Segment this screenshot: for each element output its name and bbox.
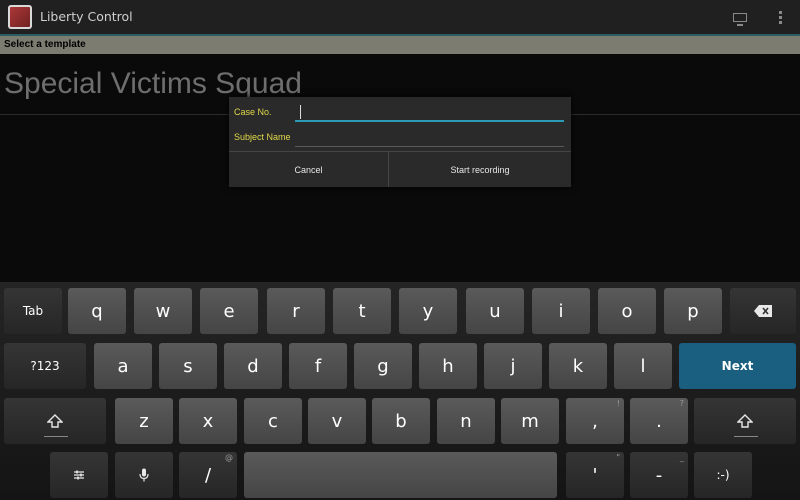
key-u[interactable]: u	[466, 288, 524, 334]
backspace-icon	[754, 305, 772, 317]
settings-icon	[74, 470, 84, 480]
shift-icon	[737, 414, 753, 428]
key-s[interactable]: s	[159, 343, 217, 389]
next-key[interactable]: Next	[679, 343, 796, 389]
apostrophe-alt-label: "	[616, 453, 620, 462]
microphone-icon	[139, 468, 149, 482]
key-t[interactable]: t	[333, 288, 391, 334]
start-recording-button[interactable]: Start recording	[389, 152, 571, 187]
key-z[interactable]: z	[115, 398, 173, 444]
case-number-label: Case No.	[234, 107, 272, 117]
overflow-menu-icon[interactable]	[769, 6, 791, 28]
key-j[interactable]: j	[484, 343, 542, 389]
key-r[interactable]: r	[267, 288, 325, 334]
template-title[interactable]: Special Victims Squad	[4, 67, 302, 101]
key-d[interactable]: d	[224, 343, 282, 389]
right-shift-key[interactable]	[694, 398, 796, 444]
period-label: .	[656, 410, 662, 432]
dash-label: -	[655, 464, 663, 486]
shift-indicator	[44, 436, 68, 437]
space-bar[interactable]	[244, 452, 557, 498]
key-period[interactable]: . ?	[630, 398, 688, 444]
slash-alt-label: @	[225, 453, 233, 462]
comma-alt-label: !	[616, 399, 620, 408]
tab-key[interactable]: Tab	[4, 288, 62, 334]
key-c[interactable]: c	[244, 398, 302, 444]
subject-name-input[interactable]	[295, 129, 564, 147]
key-h[interactable]: h	[419, 343, 477, 389]
key-w[interactable]: w	[134, 288, 192, 334]
key-p[interactable]: p	[664, 288, 722, 334]
key-f[interactable]: f	[289, 343, 347, 389]
key-n[interactable]: n	[437, 398, 495, 444]
slash-label: /	[204, 464, 212, 486]
shift-icon	[47, 414, 63, 428]
key-k[interactable]: k	[549, 343, 607, 389]
key-a[interactable]: a	[94, 343, 152, 389]
app-logo-icon[interactable]	[8, 5, 32, 29]
soft-keyboard: Tab q w e r t y u i o p ?123 a s d f g h…	[0, 282, 800, 500]
key-comma[interactable]: , !	[566, 398, 624, 444]
key-v[interactable]: v	[308, 398, 366, 444]
smiley-key[interactable]: :-)	[694, 452, 752, 498]
symbols-key[interactable]: ?123	[4, 343, 86, 389]
key-q[interactable]: q	[68, 288, 126, 334]
comma-label: ,	[592, 410, 598, 432]
key-b[interactable]: b	[372, 398, 430, 444]
backspace-key[interactable]	[730, 288, 796, 334]
key-dash[interactable]: - _	[630, 452, 688, 498]
text-cursor	[300, 105, 301, 119]
key-e[interactable]: e	[200, 288, 258, 334]
action-bar: Liberty Control	[0, 0, 800, 34]
key-l[interactable]: l	[614, 343, 672, 389]
case-number-input[interactable]	[295, 104, 564, 122]
app-title: Liberty Control	[40, 9, 133, 24]
left-shift-key[interactable]	[4, 398, 106, 444]
key-i[interactable]: i	[532, 288, 590, 334]
key-g[interactable]: g	[354, 343, 412, 389]
settings-key[interactable]	[50, 452, 108, 498]
microphone-key[interactable]	[115, 452, 173, 498]
period-alt-label: ?	[679, 399, 684, 408]
monitor-icon[interactable]	[729, 6, 751, 28]
key-slash[interactable]: / @	[179, 452, 237, 498]
key-m[interactable]: m	[501, 398, 559, 444]
recording-dialog: Case No. Subject Name Cancel Start recor…	[229, 97, 571, 187]
subheader: Select a template	[0, 36, 800, 54]
shift-indicator	[734, 436, 758, 437]
apostrophe-label: '	[592, 464, 598, 486]
key-x[interactable]: x	[179, 398, 237, 444]
dash-alt-label: _	[680, 453, 684, 462]
cancel-button[interactable]: Cancel	[229, 152, 388, 187]
key-y[interactable]: y	[399, 288, 457, 334]
subject-name-label: Subject Name	[234, 132, 291, 142]
key-apostrophe[interactable]: ' "	[566, 452, 624, 498]
key-o[interactable]: o	[598, 288, 656, 334]
